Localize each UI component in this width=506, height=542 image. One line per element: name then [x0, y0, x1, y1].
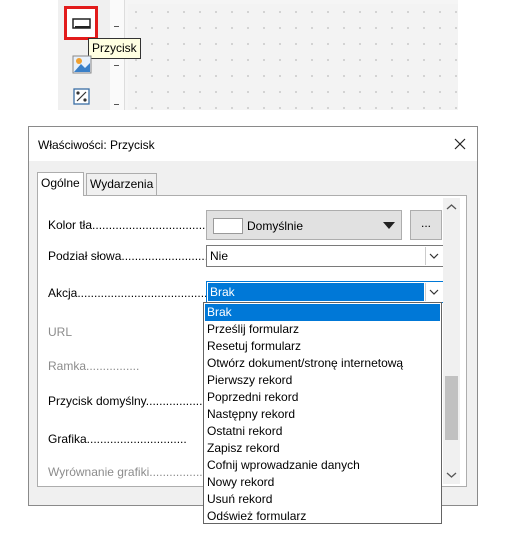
dropdown-option[interactable]: Następny rekord [205, 406, 440, 423]
scrollbar-thumb[interactable] [445, 376, 458, 440]
dropdown-option[interactable]: Ostatni rekord [205, 423, 440, 440]
frame-label: Ramka................ [48, 359, 140, 373]
tab-label: Wydarzenia [90, 177, 154, 191]
dropdown-option[interactable]: Odśwież formularz [205, 508, 440, 525]
background-color-value: Domyślnie [247, 219, 304, 233]
chevron-down-icon [425, 283, 442, 301]
dropdown-option[interactable]: Nowy rekord [205, 474, 440, 491]
dropdown-option[interactable]: Cofnij wprowadzanie danych [205, 457, 440, 474]
dropdown-option[interactable]: Zapisz rekord [205, 440, 440, 457]
word-break-select[interactable]: Nie [206, 245, 444, 267]
dropdown-option[interactable]: Otwórz dokument/stronę internetową [205, 355, 440, 372]
ruler-tick [114, 26, 119, 27]
close-button[interactable] [451, 135, 469, 153]
dropdown-option[interactable]: Brak [205, 304, 440, 321]
action-dropdown-list: Brak Prześlij formularz Resetuj formular… [203, 302, 442, 524]
vertical-scrollbar[interactable] [443, 198, 460, 484]
color-swatch [213, 218, 243, 234]
dropdown-option[interactable]: Resetuj formularz [205, 338, 440, 355]
background-color-label: Kolor tła...............................… [48, 218, 213, 232]
dropdown-arrow-icon [383, 222, 395, 229]
dropdown-option[interactable]: Usuń rekord [205, 491, 440, 508]
close-icon [454, 138, 466, 150]
tab-events[interactable]: Wydarzenia [86, 173, 158, 195]
graphics-label: Grafika.............................. [48, 432, 187, 446]
chevron-down-icon [425, 247, 442, 265]
action-value: Brak [210, 285, 235, 299]
design-canvas[interactable] [128, 4, 458, 110]
action-label: Akcja...................................… [48, 286, 221, 300]
tab-label: Ogólne [41, 176, 80, 190]
formatted-field-tool-icon [73, 88, 90, 105]
dropdown-option[interactable]: Prześlij formularz [205, 321, 440, 338]
word-break-value: Nie [210, 249, 229, 263]
push-button-tool-icon [72, 18, 91, 29]
dialog-titlebar: Właściwości: Przycisk [29, 127, 477, 161]
ruler-tick [114, 65, 119, 66]
action-select[interactable]: Brak [206, 281, 444, 303]
dropdown-option[interactable]: Poprzedni rekord [205, 389, 440, 406]
tab-general[interactable]: Ogólne [37, 172, 84, 196]
selection-highlight [208, 283, 424, 301]
word-break-label: Podział słowa........................... [48, 249, 212, 263]
push-button-tool[interactable] [64, 6, 98, 40]
more-options-button[interactable]: ... [410, 210, 442, 240]
dialog-title: Właściwości: Przycisk [38, 138, 155, 152]
ruler-tick [114, 104, 119, 105]
scroll-up-icon[interactable] [443, 200, 460, 214]
formatted-field-tool[interactable] [64, 82, 98, 116]
default-button-label: Przycisk domyślny.................. [48, 394, 206, 408]
url-label: URL [48, 325, 73, 339]
dropdown-option[interactable]: Pierwszy rekord [205, 372, 440, 389]
image-button-tool[interactable] [64, 48, 98, 82]
background-color-select[interactable]: Domyślnie [206, 210, 402, 240]
scroll-down-icon[interactable] [443, 468, 460, 482]
image-button-tool-icon [72, 55, 92, 74]
